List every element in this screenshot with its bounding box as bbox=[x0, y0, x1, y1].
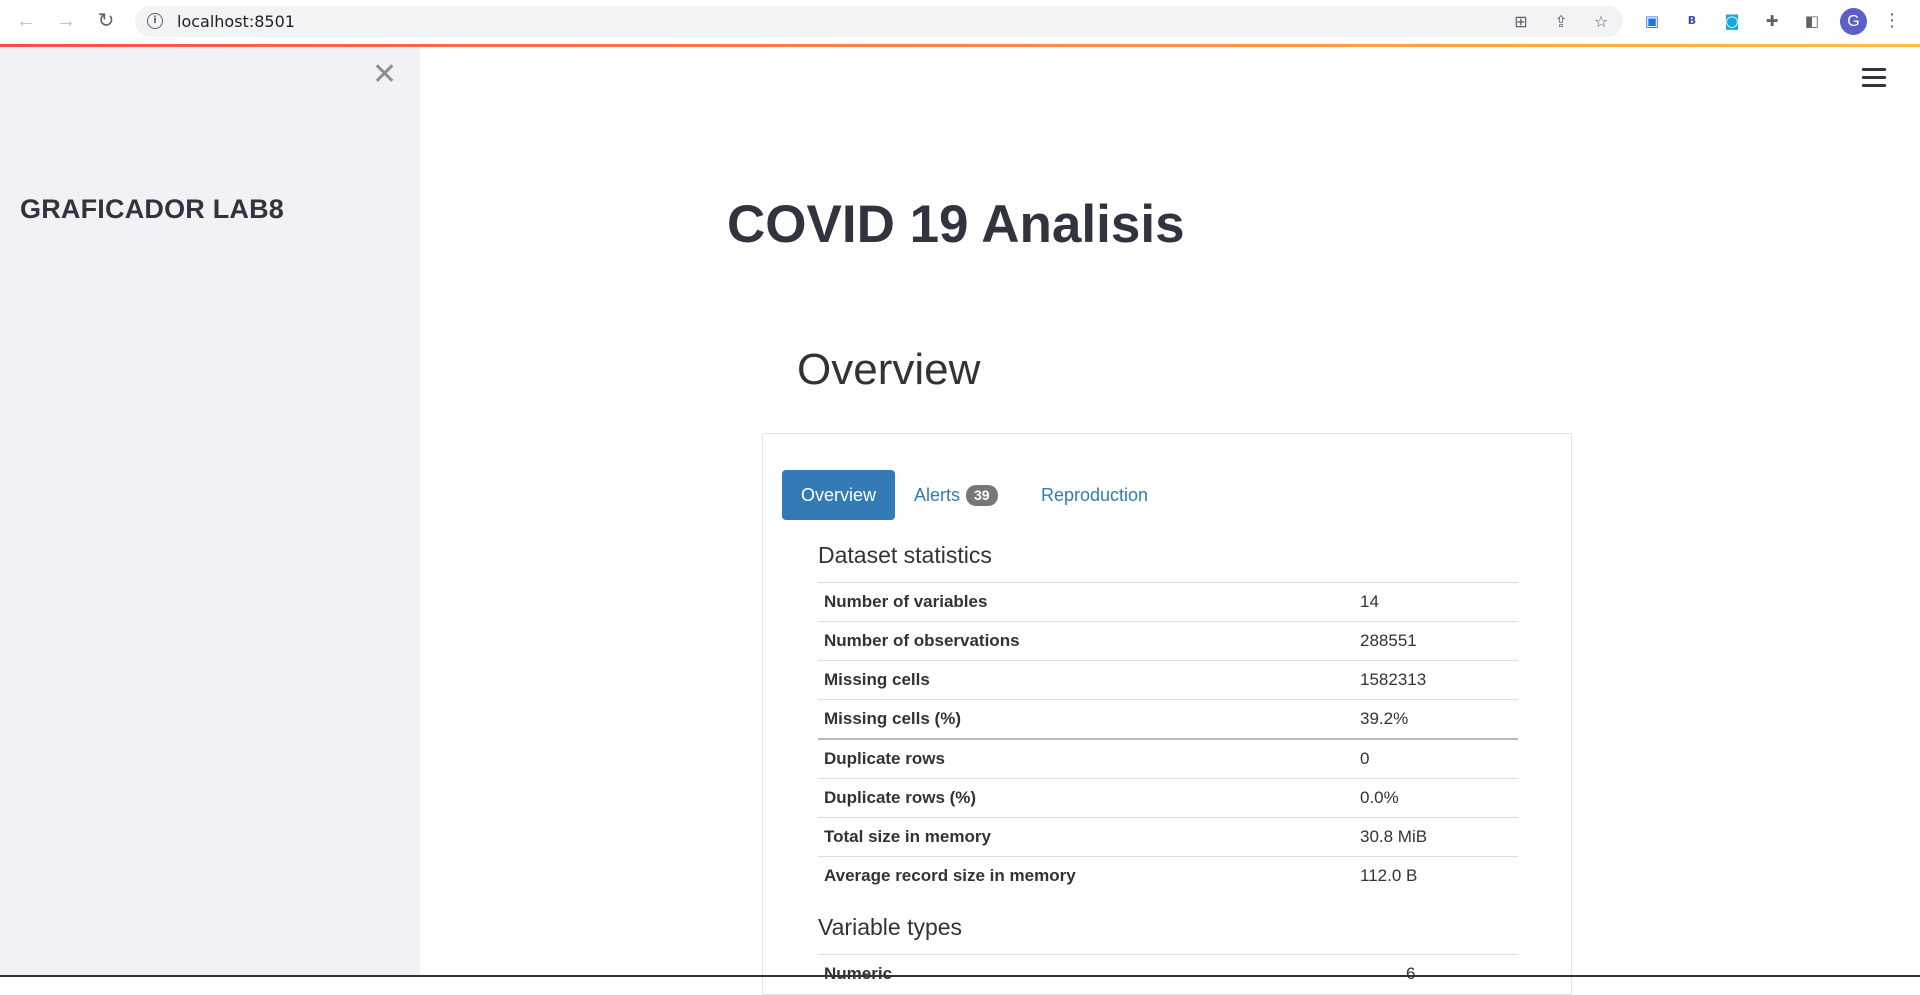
table-row: Total size in memory 30.8 MiB bbox=[818, 817, 1518, 857]
tab-alerts[interactable]: Alerts 39 bbox=[895, 470, 1017, 520]
sidebar-title: GRAFICADOR LAB8 bbox=[20, 194, 284, 224]
stat-label: Duplicate rows bbox=[818, 738, 1354, 779]
sidebar: ✕ GRAFICADOR LAB8 bbox=[0, 47, 420, 977]
info-icon[interactable]: i bbox=[147, 13, 163, 29]
forward-arrow-icon[interactable]: → bbox=[54, 9, 78, 33]
extension-icon[interactable]: B bbox=[1682, 11, 1702, 31]
url-text[interactable]: localhost:8501 bbox=[177, 12, 295, 31]
tab-label: Alerts bbox=[914, 485, 961, 505]
puzzle-icon[interactable]: ✚ bbox=[1762, 11, 1782, 31]
close-icon[interactable]: ✕ bbox=[372, 60, 397, 90]
address-bar[interactable]: i localhost:8501 ⊞ ⇪ ☆ bbox=[135, 6, 1623, 37]
page-title: COVID 19 Analisis bbox=[727, 195, 1185, 254]
table-row: Numeric 6 bbox=[818, 954, 1518, 993]
table-row: Average record size in memory 112.0 B bbox=[818, 856, 1518, 895]
table-row: Duplicate rows (%) 0.0% bbox=[818, 778, 1518, 818]
stat-value: 39.2% bbox=[1354, 699, 1518, 739]
back-arrow-icon[interactable]: ← bbox=[14, 9, 38, 33]
stat-label: Total size in memory bbox=[818, 817, 1354, 857]
table-row: Missing cells (%) 39.2% bbox=[818, 699, 1518, 739]
stat-label: Numeric bbox=[818, 954, 1400, 993]
stat-label: Average record size in memory bbox=[818, 856, 1354, 895]
browser-toolbar: ← → ↻ i localhost:8501 ⊞ ⇪ ☆ ▣ B ◙ ✚ ◧ G… bbox=[0, 0, 1920, 43]
alerts-count-badge: 39 bbox=[966, 485, 998, 506]
table-row: Number of observations 288551 bbox=[818, 621, 1518, 661]
dataset-statistics-table: Number of variables 14 Number of observat… bbox=[818, 582, 1518, 895]
tab-label: Reproduction bbox=[1041, 485, 1149, 505]
stat-value: 112.0 B bbox=[1354, 856, 1518, 895]
section-title: Variable types bbox=[818, 914, 963, 940]
extension-icon[interactable]: ◙ bbox=[1722, 11, 1742, 31]
overview-heading: Overview bbox=[797, 345, 981, 394]
stat-value: 0.0% bbox=[1354, 778, 1518, 818]
stat-label: Missing cells (%) bbox=[818, 699, 1354, 739]
tab-label: Overview bbox=[801, 485, 877, 505]
tab-reproduction[interactable]: Reproduction bbox=[1022, 470, 1167, 520]
reload-icon[interactable]: ↻ bbox=[94, 9, 118, 33]
stat-value: 30.8 MiB bbox=[1354, 817, 1518, 857]
stat-value: 0 bbox=[1354, 738, 1518, 779]
stat-value: 6 bbox=[1400, 954, 1518, 993]
stat-value: 1582313 bbox=[1354, 660, 1518, 700]
table-row: Missing cells 1582313 bbox=[818, 660, 1518, 700]
hamburger-menu-icon[interactable] bbox=[1862, 68, 1886, 88]
stat-label: Number of observations bbox=[818, 621, 1354, 661]
extension-icon[interactable]: ▣ bbox=[1642, 11, 1662, 31]
share-icon[interactable]: ⇪ bbox=[1551, 12, 1571, 32]
stat-label: Number of variables bbox=[818, 582, 1354, 622]
stat-label: Missing cells bbox=[818, 660, 1354, 700]
star-icon[interactable]: ☆ bbox=[1591, 12, 1611, 32]
table-row: Duplicate rows 0 bbox=[818, 738, 1518, 779]
stat-label: Duplicate rows (%) bbox=[818, 778, 1354, 818]
profile-report: Overview Alerts 39 Reproduction Dataset s… bbox=[762, 433, 1572, 995]
section-title: Dataset statistics bbox=[818, 542, 992, 568]
avatar[interactable]: G bbox=[1840, 8, 1867, 35]
variable-types-table: Numeric 6 bbox=[818, 954, 1518, 993]
table-row: Number of variables 14 bbox=[818, 582, 1518, 622]
kebab-menu-icon[interactable]: ⋮ bbox=[1882, 11, 1902, 31]
stat-value: 288551 bbox=[1354, 621, 1518, 661]
stat-value: 14 bbox=[1354, 582, 1518, 622]
tab-overview[interactable]: Overview bbox=[782, 470, 896, 520]
side-panel-icon[interactable]: ◧ bbox=[1802, 11, 1822, 31]
translate-icon[interactable]: ⊞ bbox=[1511, 12, 1531, 32]
